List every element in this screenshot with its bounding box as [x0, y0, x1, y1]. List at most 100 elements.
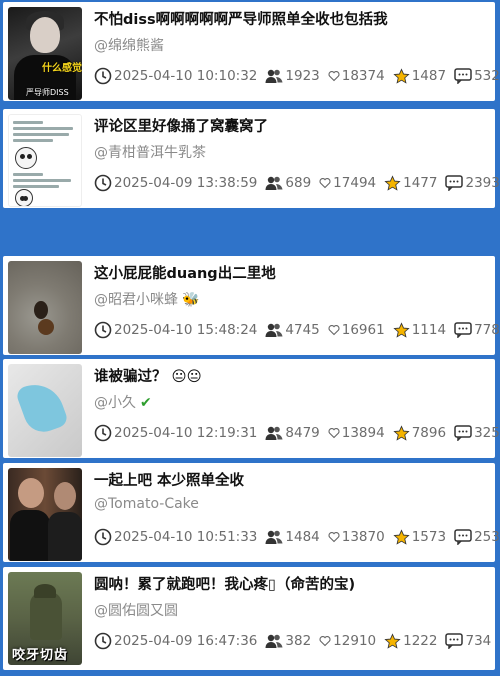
date-stat: 2025-04-10 15:48:24	[94, 321, 257, 339]
users-icon	[265, 530, 283, 544]
stars-stat: 1487	[393, 67, 446, 85]
comments-stat: 2393	[445, 175, 500, 191]
thumbnail-caption: 什么感觉	[42, 63, 82, 74]
checkmark-icon: ✔	[140, 395, 152, 411]
comments-count: 325	[474, 425, 500, 441]
list-item[interactable]: 一起上吧 本少照单全收 @Tomato-Cake 2025-04-10 10:5…	[3, 463, 500, 562]
item-author[interactable]: @青柑普洱牛乳茶	[94, 142, 206, 162]
item-title[interactable]: 评论区里好像捅了窝囊窝了	[94, 115, 489, 136]
author-name[interactable]: @小久	[94, 395, 136, 411]
likes-count: 13870	[341, 529, 385, 545]
stars-count: 1222	[403, 633, 438, 649]
item-stats: 2025-04-10 15:48:24 4745 16961 1114 778	[94, 319, 500, 341]
likes-stat: 18374	[328, 68, 385, 84]
item-author[interactable]: @Tomato-Cake	[94, 496, 199, 512]
heart-icon	[319, 636, 331, 647]
stars-stat: 1477	[384, 174, 438, 192]
thumbnail-caption: 咬牙切齿	[12, 648, 69, 663]
comment-icon	[454, 529, 472, 545]
users-icon	[265, 634, 283, 648]
date-stat: 2025-04-09 13:38:59	[94, 174, 257, 192]
star-icon	[384, 632, 401, 649]
likes-stat: 16961	[328, 322, 385, 338]
followers-stat: 382	[265, 633, 311, 649]
item-title[interactable]: 一起上吧 本少照单全收	[94, 469, 489, 490]
stars-stat: 1222	[384, 632, 438, 650]
item-author[interactable]: @昭君小咪蜂 🐝	[94, 289, 199, 309]
clock-icon	[94, 424, 112, 442]
likes-stat: 12910	[319, 633, 376, 649]
date-stat: 2025-04-09 16:47:36	[94, 632, 257, 650]
thumbnail[interactable]	[8, 364, 82, 457]
list-item[interactable]: 什么感觉 严导师DISS 不怕diss啊啊啊啊啊严导师照单全收也包括我 @绵绵熊…	[3, 2, 500, 101]
likes-stat: 13894	[328, 425, 385, 441]
list-item[interactable]: 评论区里好像捅了窝囊窝了 @青柑普洱牛乳茶 2025-04-09 13:38:5…	[3, 109, 500, 208]
stars-stat: 1573	[393, 528, 447, 546]
item-author[interactable]: @小久 ✔	[94, 392, 152, 412]
author-name[interactable]: @绵绵熊酱	[94, 38, 164, 54]
item-stats: 2025-04-10 10:51:33 1484 13870 1573 253	[94, 526, 500, 548]
followers-stat: 8479	[265, 425, 320, 441]
followers-count: 689	[285, 175, 312, 191]
stars-stat: 1114	[393, 321, 446, 339]
list-item[interactable]: 谁被骗过？ 😐😐 @小久 ✔ 2025-04-10 12:19:31 8479 1…	[3, 359, 500, 458]
date-text: 2025-04-10 15:48:24	[114, 322, 258, 338]
author-name[interactable]: @昭君小咪蜂	[94, 292, 178, 308]
users-icon	[265, 323, 283, 337]
author-name[interactable]: @圆佑圆又圆	[94, 603, 178, 619]
thumbnail[interactable]	[8, 468, 82, 561]
stars-count: 7896	[411, 425, 447, 441]
clock-icon	[94, 67, 112, 85]
followers-count: 1484	[285, 529, 320, 545]
followers-stat: 4745	[265, 322, 320, 338]
author-name[interactable]: @Tomato-Cake	[94, 496, 199, 512]
likes-count: 18374	[341, 68, 385, 84]
bee-icon: 🐝	[182, 292, 200, 308]
item-title[interactable]: 不怕diss啊啊啊啊啊严导师照单全收也包括我	[94, 8, 489, 29]
date-text: 2025-04-09 13:38:59	[114, 175, 258, 191]
likes-stat: 17494	[319, 175, 376, 191]
date-text: 2025-04-10 10:51:33	[114, 529, 258, 545]
clock-icon	[94, 321, 112, 339]
list-item[interactable]: 这小屁屁能duang出二里地 @昭君小咪蜂 🐝 2025-04-10 15:48:…	[3, 256, 500, 355]
stars-count: 1477	[403, 175, 438, 191]
stars-count: 1573	[411, 529, 447, 545]
likes-count: 12910	[333, 633, 377, 649]
item-stats: 2025-04-10 10:10:32 1923 18374 1487 532	[94, 65, 500, 87]
comment-icon	[454, 322, 472, 338]
date-stat: 2025-04-10 12:19:31	[94, 424, 257, 442]
comments-stat: 778	[454, 322, 500, 338]
comments-stat: 325	[454, 425, 500, 441]
item-stats: 2025-04-10 12:19:31 8479 13894 7896 325	[94, 422, 500, 444]
stars-stat: 7896	[393, 424, 447, 442]
list-item[interactable]: 咬牙切齿 圆呐！累了就跑吧！我心疼▯（命苦的宝) @圆佑圆又圆 2025-04-…	[3, 567, 495, 670]
heart-icon	[319, 178, 331, 189]
video-list: 什么感觉 严导师DISS 不怕diss啊啊啊啊啊严导师照单全收也包括我 @绵绵熊…	[0, 0, 500, 676]
comments-count: 532	[474, 68, 500, 84]
clock-icon	[94, 632, 112, 650]
clock-icon	[94, 528, 112, 546]
thumbnail[interactable]	[8, 114, 82, 207]
item-title[interactable]: 谁被骗过？ 😐😐	[94, 365, 489, 386]
item-title[interactable]: 这小屁屁能duang出二里地	[94, 262, 489, 283]
star-icon	[393, 67, 410, 84]
item-title[interactable]: 圆呐！累了就跑吧！我心疼▯（命苦的宝)	[94, 573, 489, 594]
comment-icon	[445, 175, 464, 191]
users-icon	[265, 426, 283, 440]
followers-count: 4745	[285, 322, 320, 338]
heart-icon	[328, 71, 340, 82]
thumbnail[interactable]: 什么感觉 严导师DISS	[8, 7, 82, 100]
date-text: 2025-04-10 10:10:32	[114, 68, 258, 84]
heart-icon	[328, 532, 340, 543]
comments-count: 734	[465, 633, 492, 649]
thumbnail[interactable]: 咬牙切齿	[8, 572, 82, 665]
author-name[interactable]: @青柑普洱牛乳茶	[94, 145, 206, 161]
clock-icon	[94, 174, 112, 192]
thumbnail[interactable]	[8, 261, 82, 354]
thumbnail-caption: 严导师DISS	[26, 88, 69, 97]
item-author[interactable]: @圆佑圆又圆	[94, 600, 178, 620]
followers-stat: 1484	[265, 529, 320, 545]
comments-stat: 532	[454, 68, 500, 84]
item-author[interactable]: @绵绵熊酱	[94, 35, 164, 55]
date-text: 2025-04-09 16:47:36	[114, 633, 258, 649]
